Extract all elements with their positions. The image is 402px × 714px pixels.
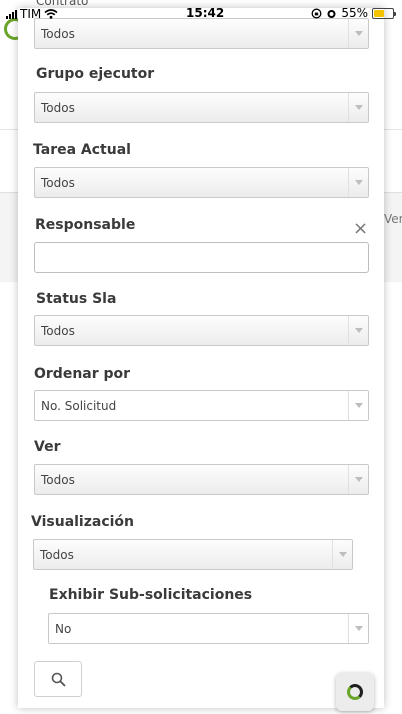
close-icon[interactable]: × bbox=[353, 220, 368, 238]
battery-level bbox=[374, 9, 384, 17]
search-icon bbox=[51, 672, 65, 686]
chevron-down-icon bbox=[348, 391, 368, 420]
grupo-ejecutor-value: Todos bbox=[41, 100, 75, 115]
ordenar-por-select[interactable]: No. Solicitud bbox=[34, 390, 369, 421]
floating-app-button[interactable] bbox=[336, 673, 374, 711]
carrier-name: TIM bbox=[20, 7, 42, 21]
ver-label: Ver bbox=[34, 439, 61, 455]
chevron-down-icon bbox=[348, 168, 368, 197]
status-sla-select[interactable]: Todos bbox=[34, 315, 369, 346]
chevron-down-icon bbox=[348, 465, 368, 494]
visualizacion-label: Visualización bbox=[31, 514, 135, 530]
grupo-ejecutor-label: Grupo ejecutor bbox=[36, 66, 155, 82]
tarea-actual-select[interactable]: Todos bbox=[34, 167, 369, 198]
orientation-lock-icon bbox=[311, 8, 322, 18]
battery-icon bbox=[372, 7, 396, 19]
ordenar-por-label: Ordenar por bbox=[34, 366, 131, 382]
alarm-icon bbox=[327, 9, 336, 18]
wifi-icon bbox=[44, 9, 58, 19]
app-logo-icon bbox=[347, 684, 363, 700]
carrier-group: TIM bbox=[6, 7, 58, 21]
ver-value: Todos bbox=[41, 472, 75, 487]
visualizacion-select[interactable]: Todos bbox=[33, 539, 353, 570]
signal-icon bbox=[6, 9, 17, 19]
status-icons: 55% bbox=[311, 6, 396, 20]
tarea-actual-value: Todos bbox=[41, 175, 75, 190]
chevron-down-icon bbox=[348, 316, 368, 345]
background-ver-text: Ver bbox=[384, 212, 402, 226]
battery-percent: 55% bbox=[341, 6, 368, 20]
filter-select-top-value: Todos bbox=[41, 26, 75, 41]
responsable-label: Responsable bbox=[35, 217, 136, 233]
status-bar: TIM 15:42 55% bbox=[0, 0, 402, 24]
status-sla-label: Status Sla bbox=[36, 291, 117, 307]
chevron-down-icon bbox=[348, 614, 368, 643]
grupo-ejecutor-select[interactable]: Todos bbox=[34, 92, 369, 123]
clock: 15:42 bbox=[186, 6, 225, 20]
chevron-down-icon bbox=[332, 540, 352, 569]
exhibir-sub-select[interactable]: No bbox=[48, 613, 369, 644]
exhibir-sub-label: Exhibir Sub-solicitaciones bbox=[49, 587, 253, 603]
ver-select[interactable]: Todos bbox=[34, 464, 369, 495]
search-button[interactable] bbox=[34, 661, 82, 697]
tarea-actual-label: Tarea Actual bbox=[33, 142, 131, 158]
visualizacion-value: Todos bbox=[40, 547, 74, 562]
status-sla-value: Todos bbox=[41, 323, 75, 338]
ordenar-por-value: No. Solicitud bbox=[41, 398, 117, 413]
exhibir-sub-value: No bbox=[55, 621, 72, 636]
filter-panel: Todos Grupo ejecutor Todos Tarea Actual … bbox=[18, 8, 384, 711]
chevron-down-icon bbox=[348, 93, 368, 122]
responsable-input[interactable] bbox=[34, 242, 369, 273]
